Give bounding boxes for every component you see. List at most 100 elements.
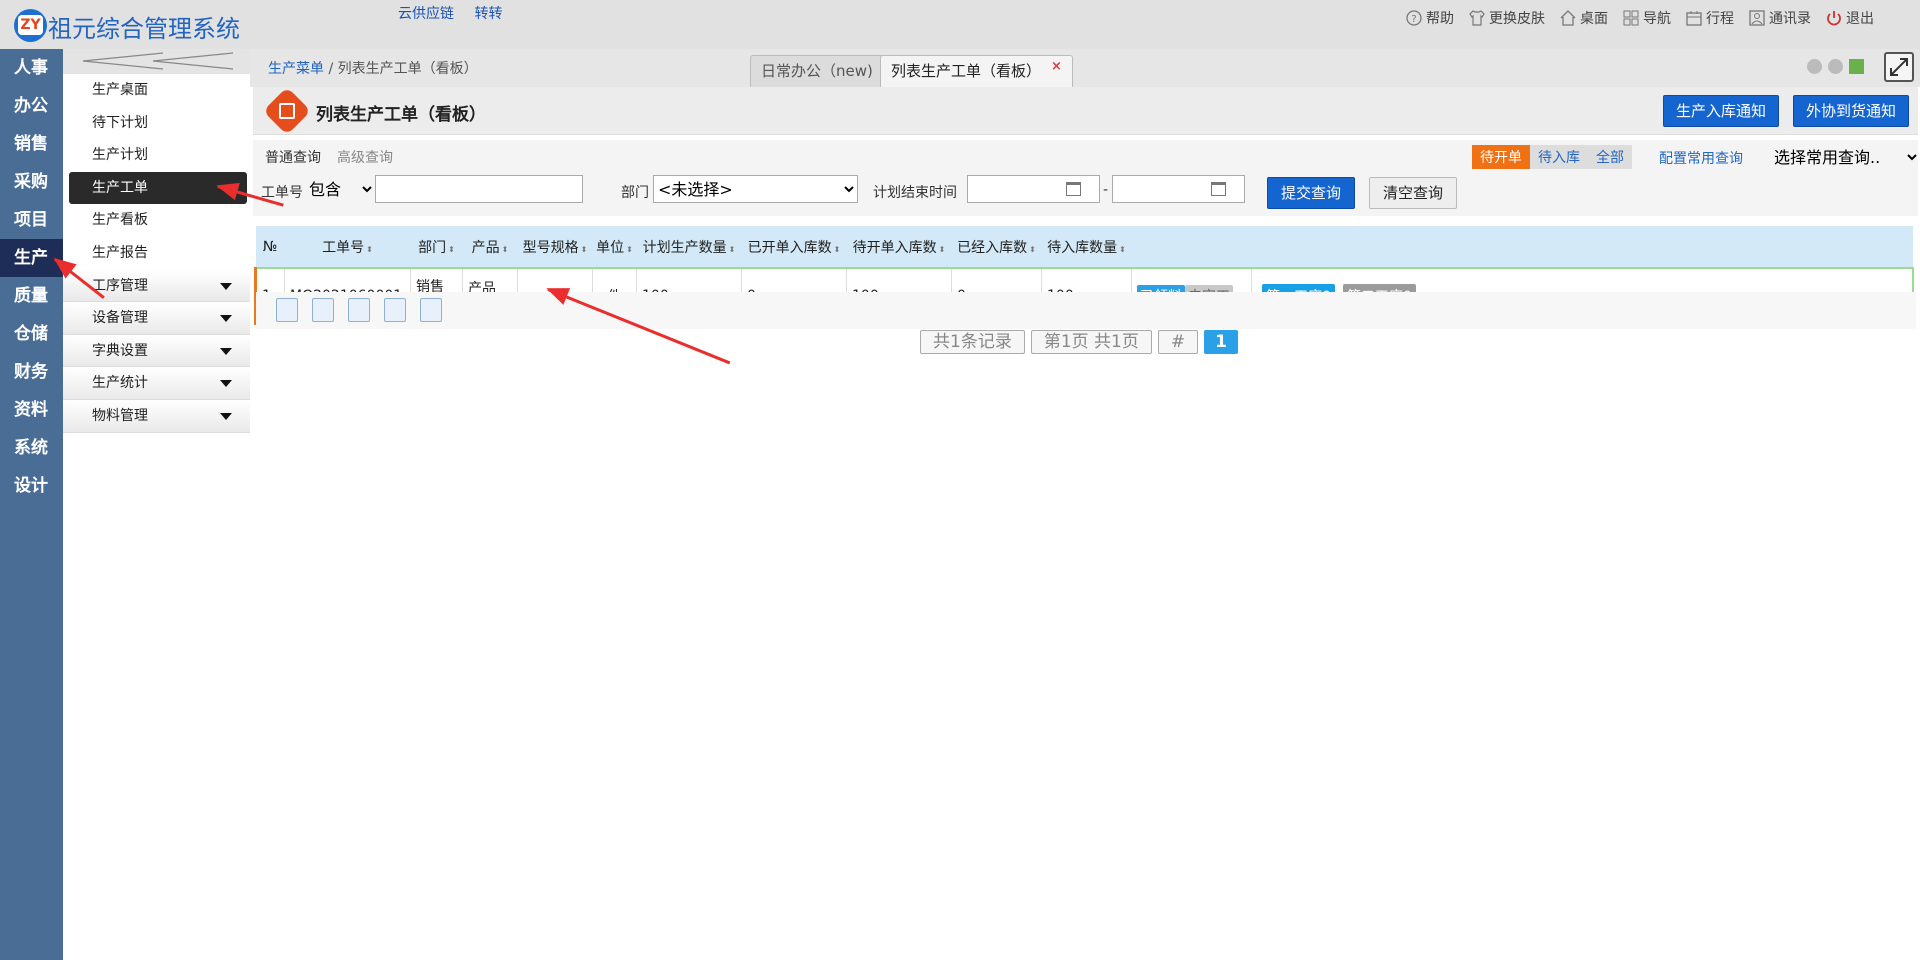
column-header[interactable]: № (255, 226, 285, 269)
help-link[interactable]: ? 帮助 (1405, 8, 1454, 28)
breadcrumb-bar: 生产菜单 / 列表生产工单（看板） 日常办公（new) 列表生产工单（看板） × (250, 49, 1920, 87)
module-nav-item[interactable]: 财务 (0, 353, 63, 391)
select-columns-icon[interactable] (276, 298, 298, 322)
department-select[interactable]: <未选择> (653, 175, 858, 203)
collapse-menu-button[interactable] (63, 49, 250, 74)
column-header[interactable]: 计划生产数量 ⬍ (636, 226, 742, 269)
scroll-left-icon[interactable] (1807, 59, 1822, 74)
submenu-item[interactable]: 物料管理 (63, 399, 250, 433)
configure-common-query-link[interactable]: 配置常用查询 (1659, 148, 1743, 168)
sort-icon[interactable]: ⬍ (729, 245, 736, 254)
plan-end-to-input[interactable] (1112, 175, 1245, 203)
calendar-icon[interactable] (1066, 182, 1081, 196)
module-nav-item[interactable]: 资料 (0, 391, 63, 429)
spreadsheet-icon[interactable] (348, 298, 370, 322)
column-header[interactable]: 待入库数量 ⬍ (1041, 226, 1132, 269)
module-nav-item[interactable]: 项目 (0, 201, 63, 239)
production-stock-in-notice-button[interactable]: 生产入库通知 (1663, 95, 1780, 127)
logout-link[interactable]: 退出 (1825, 8, 1874, 28)
breadcrumb: 生产菜单 / 列表生产工单（看板） (268, 61, 478, 77)
fullscreen-button[interactable] (1884, 52, 1914, 82)
sort-icon[interactable]: ⬍ (366, 245, 373, 254)
module-nav-item[interactable]: 系统 (0, 429, 63, 467)
submenu-item[interactable]: 设备管理 (63, 302, 250, 335)
module-nav-item[interactable]: 销售 (0, 125, 63, 163)
page-jump-button[interactable]: # (1157, 330, 1199, 354)
outsource-arrival-notice-button[interactable]: 外协到货通知 (1793, 95, 1910, 127)
calendar-icon[interactable] (1211, 182, 1226, 196)
filter-pending-open[interactable]: 待开单 (1472, 145, 1530, 169)
submenu-item[interactable]: 生产桌面 (63, 74, 250, 107)
caret-down-icon (220, 315, 232, 323)
filter-all[interactable]: 全部 (1588, 145, 1632, 169)
column-header[interactable]: 单位 ⬍ (592, 226, 637, 269)
order-no-input[interactable] (375, 175, 583, 203)
submit-query-button[interactable]: 提交查询 (1267, 177, 1356, 209)
column-header[interactable]: 型号规格 ⬍ (517, 226, 593, 269)
table-tools (276, 298, 442, 322)
plan-end-from-input[interactable] (967, 175, 1100, 203)
column-header[interactable]: 产品 ⬍ (462, 226, 518, 269)
module-nav-item[interactable]: 人事 (0, 49, 63, 87)
submenu-item[interactable]: 生产计划 (63, 139, 250, 172)
scroll-right-icon[interactable] (1828, 59, 1843, 74)
caret-down-icon (220, 347, 232, 355)
column-header[interactable]: 工单号 ⬍ (284, 226, 411, 269)
table-header-row: № 工单号 ⬍ 部门 ⬍ 产品 ⬍ 型号规格 ⬍ 单位 ⬍ 计划生产数量 ⬍ 已开单入库数 ⬍ 待开单入库数 ⬍… (255, 226, 1913, 269)
change-skin-link[interactable]: 更换皮肤 (1468, 8, 1545, 28)
column-header[interactable]: 已开单入库数 ⬍ (741, 226, 847, 269)
tab-advanced-query[interactable]: 高级查询 (337, 150, 393, 166)
sort-icon[interactable]: ⬍ (1029, 245, 1036, 254)
submenu-item[interactable]: 生产统计 (63, 367, 250, 400)
submenu-item[interactable]: 生产报告 (63, 237, 250, 270)
sort-icon[interactable]: ⬍ (448, 245, 455, 254)
tab-production-orders[interactable]: 列表生产工单（看板） × (880, 55, 1073, 87)
edit-icon[interactable] (384, 298, 406, 322)
module-nav-item[interactable]: 设计 (0, 467, 63, 505)
current-page-button[interactable]: 1 (1204, 330, 1238, 354)
tab-menu-icon[interactable] (1849, 59, 1864, 74)
grid-icon (1623, 10, 1639, 26)
module-nav-item[interactable]: 采购 (0, 163, 63, 201)
top-link-zhuanzhuan[interactable]: 转转 (474, 6, 502, 22)
sort-icon[interactable]: ⬍ (502, 245, 509, 254)
department-label: 部门 (621, 185, 649, 201)
column-header[interactable]: 待开单入库数 ⬍ (846, 226, 952, 269)
document-icon[interactable] (312, 298, 334, 322)
sort-icon[interactable]: ⬍ (626, 245, 633, 254)
filter-pending-stock[interactable]: 待入库 (1530, 145, 1588, 169)
navigation-link[interactable]: 导航 (1622, 8, 1671, 28)
query-panel: 普通查询 高级查询 待开单 待入库 全部 配置常用查询 选择常用查询.. 工单号 … (253, 140, 1920, 216)
column-header[interactable]: 已经入库数 ⬍ (951, 226, 1042, 269)
clear-query-button[interactable]: 清空查询 (1369, 177, 1458, 209)
app-logo[interactable]: ZY (14, 9, 47, 42)
sort-icon[interactable]: ⬍ (581, 245, 588, 254)
total-records: 共1条记录 (920, 330, 1025, 354)
contacts-link[interactable]: 通讯录 (1748, 8, 1811, 28)
common-query-select[interactable]: 选择常用查询.. (1770, 145, 1920, 169)
top-link-cloud-supply[interactable]: 云供应链 (398, 6, 454, 22)
submenu-item[interactable]: 字典设置 (63, 334, 250, 368)
submenu-item[interactable]: 生产看板 (63, 204, 250, 237)
module-nav-item[interactable]: 质量 (0, 277, 63, 315)
module-nav-item[interactable]: 仓储 (0, 315, 63, 353)
top-toolbar: ? 帮助 更换皮肤 桌面 导航 行程 通讯录 退出 (1405, 8, 1874, 28)
sort-icon[interactable]: ⬍ (939, 245, 946, 254)
breadcrumb-link[interactable]: 生产菜单 (268, 61, 324, 77)
sort-icon[interactable]: ⬍ (834, 245, 841, 254)
column-header[interactable]: 部门 ⬍ (410, 226, 463, 269)
tab-normal-query[interactable]: 普通查询 (265, 150, 321, 166)
desktop-link[interactable]: 桌面 (1559, 8, 1608, 28)
power-icon (1827, 11, 1841, 26)
shirt-icon (1469, 10, 1485, 26)
close-tab-icon[interactable]: × (1051, 59, 1062, 74)
tab-scroll-arrows (1807, 59, 1864, 74)
module-nav-item[interactable]: 办公 (0, 87, 63, 125)
schedule-link[interactable]: 行程 (1685, 8, 1734, 28)
print-icon[interactable] (420, 298, 442, 322)
submenu-item[interactable]: 待下计划 (63, 107, 250, 140)
tab-daily-office[interactable]: 日常办公（new) (750, 55, 884, 87)
order-no-operator-select[interactable]: 包含 (305, 175, 375, 203)
status-filter: 待开单 待入库 全部 (1472, 145, 1632, 169)
sort-icon[interactable]: ⬍ (1119, 245, 1126, 254)
